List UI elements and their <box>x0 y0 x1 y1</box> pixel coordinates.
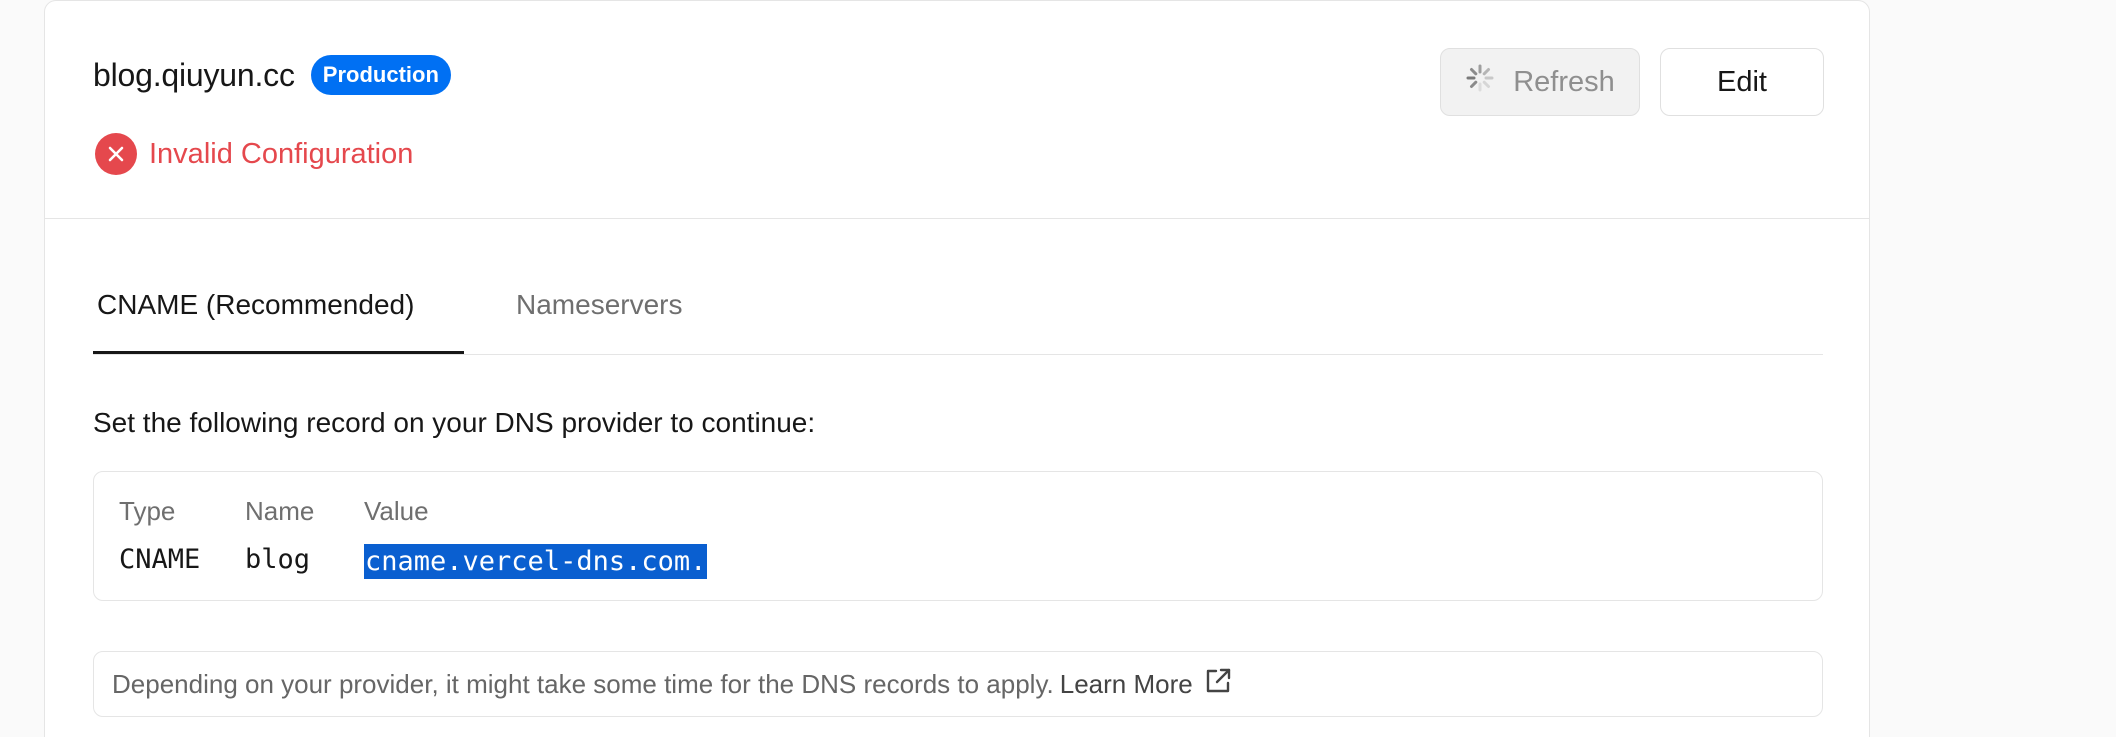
name-header: Name <box>245 496 315 526</box>
tab-cname[interactable]: CNAME (Recommended) <box>97 289 414 321</box>
domain-name[interactable]: blog.qiuyun.cc <box>93 57 295 94</box>
instructions-text: Set the following record on your DNS pro… <box>93 407 816 438</box>
propagation-note: Depending on your provider, it might tak… <box>93 651 1823 717</box>
record-value[interactable]: cname.vercel-dns.com. <box>364 544 708 579</box>
spinner-icon <box>1465 63 1495 101</box>
dns-tabs: CNAME (Recommended) Nameservers <box>93 281 1823 355</box>
domain-card: blog.qiuyun.cc Production Invalid Config… <box>44 0 1870 737</box>
record-name[interactable]: blog <box>245 544 310 575</box>
active-tab-indicator <box>93 351 464 354</box>
type-header: Type <box>119 496 176 526</box>
dns-record-table: Type Name Value CNAME blog cname.vercel-… <box>93 471 1823 601</box>
status-row: Invalid Configuration <box>95 133 413 175</box>
refresh-button[interactable]: Refresh <box>1440 48 1640 116</box>
edit-button[interactable]: Edit <box>1660 48 1824 116</box>
note-text: Depending on your provider, it might tak… <box>112 668 1054 699</box>
status-text: Invalid Configuration <box>149 137 414 170</box>
value-header: Value <box>364 496 429 526</box>
learn-more-link[interactable]: Learn More <box>1060 666 1233 703</box>
tab-nameservers[interactable]: Nameservers <box>516 289 682 321</box>
record-type[interactable]: CNAME <box>119 544 200 575</box>
error-icon <box>95 133 137 175</box>
domain-header: blog.qiuyun.cc Production Invalid Config… <box>45 1 1869 219</box>
refresh-label: Refresh <box>1513 65 1615 98</box>
production-badge: Production <box>310 55 451 95</box>
domain-title-row: blog.qiuyun.cc Production <box>93 55 451 95</box>
learn-more-label: Learn More <box>1059 668 1193 699</box>
external-link-icon <box>1203 666 1233 703</box>
